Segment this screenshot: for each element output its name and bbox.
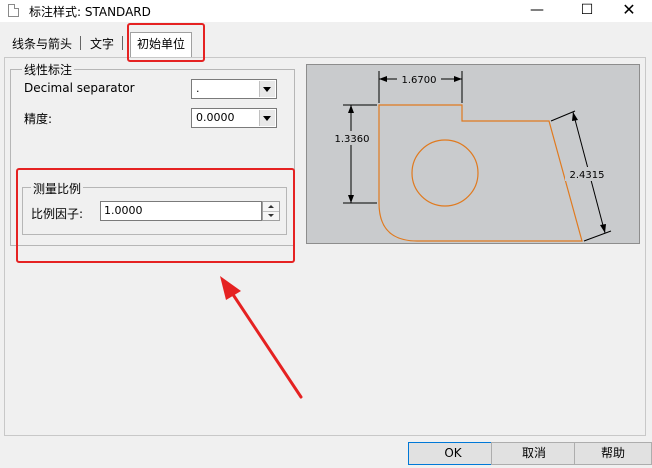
scale-factor-label: 比例因子: (31, 207, 84, 221)
chevron-down-icon[interactable] (263, 211, 279, 220)
arrowhead (348, 195, 354, 203)
dimension-preview: 1.6700 1.3360 2.4315 (306, 64, 640, 244)
extension-line (550, 110, 576, 122)
hole-circle (411, 139, 479, 207)
tab-strip: 线条与箭头 文字 初始单位 (0, 22, 652, 60)
arrowhead (600, 224, 606, 233)
scale-group-label: 测量比例 (31, 180, 84, 197)
precision-value: 0.0000 (196, 111, 235, 124)
chevron-down-icon[interactable] (259, 110, 275, 126)
document-icon (8, 4, 19, 17)
tab-text[interactable]: 文字 (84, 34, 120, 54)
tab-separator (122, 36, 123, 50)
precision-select[interactable]: 0.0000 (191, 108, 277, 128)
help-button[interactable]: 帮助 (574, 442, 652, 465)
arrowhead (572, 112, 578, 121)
minimize-icon[interactable]: — (514, 0, 560, 22)
ok-button[interactable]: OK (408, 442, 498, 465)
cancel-button[interactable]: 取消 (491, 442, 577, 465)
arrowhead (379, 76, 387, 82)
arrowhead (348, 105, 354, 113)
maximize-icon[interactable]: ☐ (564, 0, 610, 22)
dim-right-label: 2.4315 (570, 170, 605, 181)
scale-factor-value: 1.0000 (104, 204, 143, 217)
preview-drawing: 1.6700 1.3360 2.4315 (331, 71, 612, 242)
linear-group-label: 线性标注 (22, 61, 75, 78)
tab-separator (80, 36, 81, 50)
dim-top-label: 1.6700 (402, 75, 437, 86)
decimal-separator-select[interactable]: . (191, 79, 277, 99)
decimal-separator-value: . (196, 82, 200, 95)
tab-primary-units[interactable]: 初始单位 (130, 32, 193, 57)
arrowhead (454, 76, 462, 82)
close-icon[interactable]: ✕ (606, 0, 652, 22)
chevron-down-icon[interactable] (259, 81, 275, 97)
decimal-separator-label: Decimal separator (24, 81, 135, 95)
tab-lines-arrows[interactable]: 线条与箭头 (6, 34, 78, 54)
title-bar: 标注样式: STANDARD — ☐ ✕ (0, 0, 652, 22)
extension-line (583, 230, 612, 242)
dim-left-label: 1.3360 (335, 134, 370, 145)
part-outline (378, 104, 583, 242)
precision-label: 精度: (24, 112, 53, 126)
window-title: 标注样式: STANDARD (29, 5, 151, 19)
scale-factor-input[interactable]: 1.0000 (100, 201, 262, 221)
scale-factor-stepper[interactable] (262, 201, 280, 221)
